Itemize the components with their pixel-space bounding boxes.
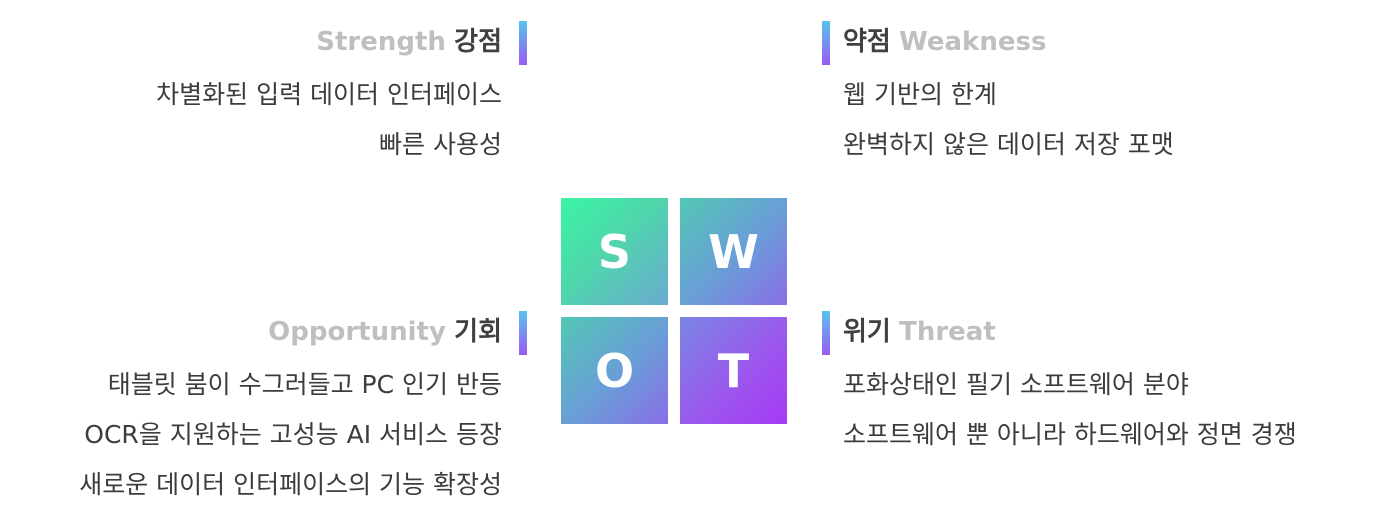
- weakness-item: 완벽하지 않은 데이터 저장 포맷: [843, 130, 1174, 159]
- weakness-item: 웹 기반의 한계: [843, 80, 997, 109]
- weakness-accent-bar: [822, 21, 830, 65]
- swot-tile-t: T: [680, 317, 787, 424]
- threat-heading-en: Threat: [899, 317, 996, 347]
- threat-section: 위기 Threat 포화상태인 필기 소프트웨어 분야 소프트웨어 뿐 아니라 …: [843, 310, 1297, 460]
- threat-heading: 위기 Threat: [843, 310, 1297, 356]
- strength-heading-en: Strength: [316, 27, 446, 57]
- swot-tile-o: O: [561, 317, 668, 424]
- weakness-heading-en: Weakness: [899, 27, 1047, 57]
- opportunity-item: 새로운 데이터 인터페이스의 기능 확장성: [79, 470, 502, 499]
- strength-accent-bar: [519, 21, 527, 65]
- strength-item: 빠른 사용성: [379, 130, 502, 159]
- weakness-heading-ko: 약점: [843, 27, 891, 57]
- threat-heading-ko: 위기: [843, 317, 891, 347]
- strength-heading: Strength 강점: [156, 20, 502, 66]
- opportunity-accent-bar: [519, 311, 527, 355]
- opportunity-item: 태블릿 붐이 수그러들고 PC 인기 반등: [107, 370, 502, 399]
- weakness-heading: 약점 Weakness: [843, 20, 1174, 66]
- opportunity-item: OCR을 지원하는 고성능 AI 서비스 등장: [84, 420, 502, 449]
- threat-item: 소프트웨어 뿐 아니라 하드웨어와 정면 경쟁: [843, 420, 1297, 449]
- strength-section: Strength 강점 차별화된 입력 데이터 인터페이스 빠른 사용성: [156, 20, 502, 170]
- weakness-section: 약점 Weakness 웹 기반의 한계 완벽하지 않은 데이터 저장 포맷: [843, 20, 1174, 170]
- opportunity-heading: Opportunity 기회: [79, 310, 502, 356]
- swot-tile-s: S: [561, 198, 668, 305]
- opportunity-section: Opportunity 기회 태블릿 붐이 수그러들고 PC 인기 반등 OCR…: [79, 310, 502, 510]
- swot-tile-w: W: [680, 198, 787, 305]
- opportunity-heading-en: Opportunity: [268, 317, 446, 347]
- threat-accent-bar: [822, 311, 830, 355]
- opportunity-heading-ko: 기회: [454, 317, 502, 347]
- threat-item: 포화상태인 필기 소프트웨어 분야: [843, 370, 1189, 399]
- strength-heading-ko: 강점: [454, 27, 502, 57]
- strength-item: 차별화된 입력 데이터 인터페이스: [156, 80, 502, 109]
